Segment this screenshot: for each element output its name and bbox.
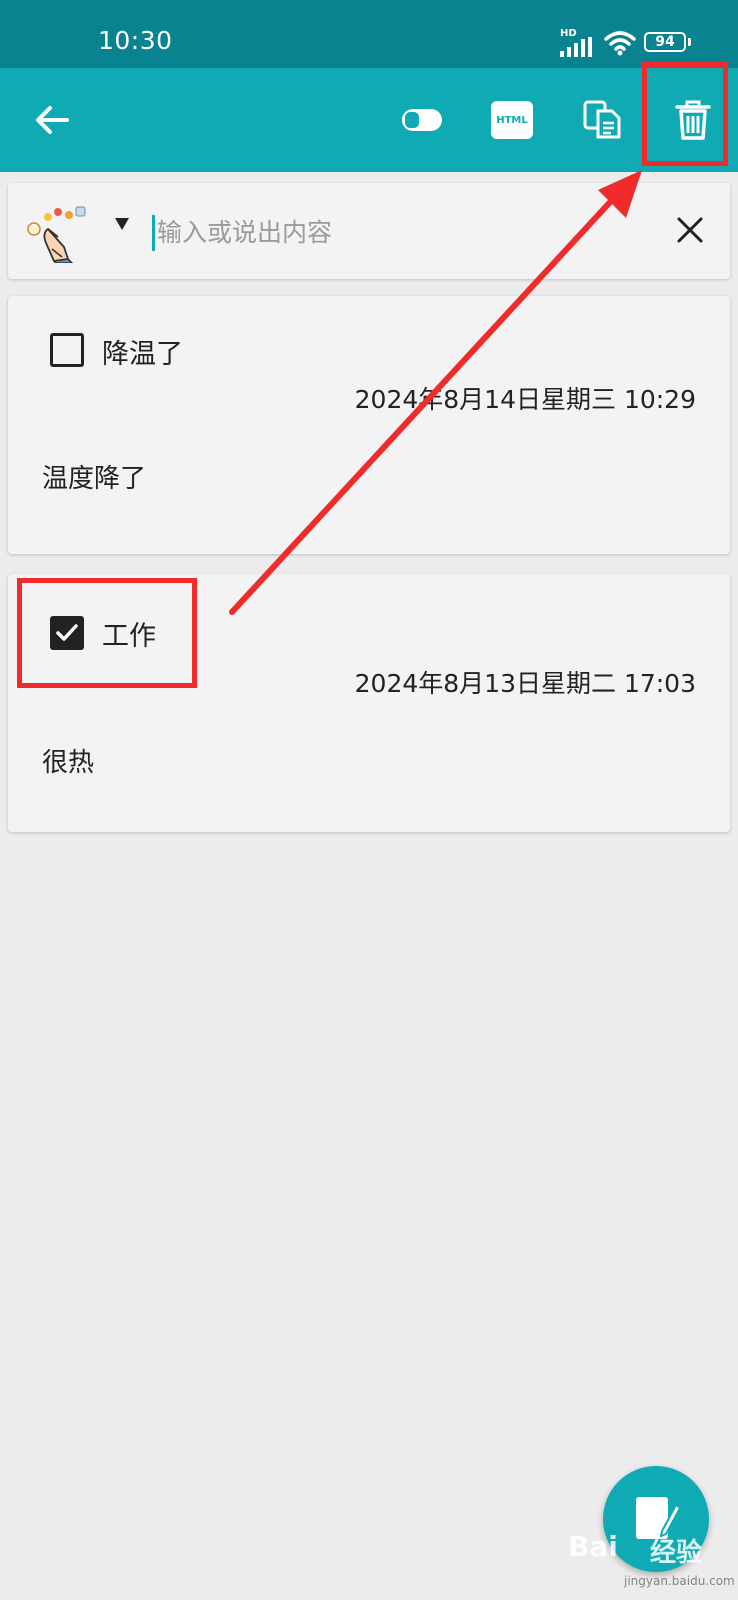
note-input[interactable] bbox=[157, 209, 637, 255]
note-body: 温度降了 bbox=[42, 464, 147, 494]
clear-button[interactable] bbox=[670, 210, 710, 250]
toggle-button[interactable] bbox=[388, 86, 456, 154]
dropdown-caret-icon[interactable] bbox=[114, 217, 130, 231]
html-icon: HTML bbox=[491, 101, 533, 139]
signal-icon bbox=[560, 37, 592, 57]
note-title: 降温了 bbox=[102, 339, 183, 370]
html-export-button[interactable]: HTML bbox=[478, 86, 546, 154]
watermark: Bai 经验 jingyan.baidu.com bbox=[564, 1530, 735, 1594]
note-card[interactable]: 降温了 2024年8月14日星期三 10:29 温度降了 bbox=[8, 296, 730, 554]
watermark-url: jingyan.baidu.com bbox=[624, 1574, 735, 1588]
wifi-icon bbox=[604, 31, 636, 56]
toggle-icon bbox=[402, 109, 442, 131]
status-time: 10:30 bbox=[98, 26, 173, 55]
copy-icon bbox=[583, 100, 621, 139]
status-bar: 10:30 HD 94 bbox=[0, 0, 738, 68]
copy-button[interactable] bbox=[568, 86, 636, 154]
note-body: 很热 bbox=[42, 748, 95, 778]
back-arrow-icon bbox=[36, 106, 69, 134]
battery-level: 94 bbox=[655, 34, 675, 50]
battery-icon: 94 bbox=[644, 32, 686, 52]
search-card bbox=[8, 183, 730, 279]
hand-point-icon[interactable] bbox=[24, 203, 90, 263]
html-icon-label: HTML bbox=[496, 114, 528, 126]
note-checkbox[interactable] bbox=[50, 333, 84, 367]
text-cursor bbox=[152, 215, 155, 251]
watermark-suffix: 经验 bbox=[650, 1538, 703, 1568]
highlight-box-delete bbox=[642, 62, 728, 166]
battery-tip bbox=[688, 38, 691, 46]
note-datetime: 2024年8月13日星期二 17:03 bbox=[354, 669, 696, 698]
back-button[interactable] bbox=[18, 86, 86, 154]
close-icon bbox=[677, 217, 703, 243]
note-datetime: 2024年8月14日星期三 10:29 bbox=[354, 385, 696, 414]
highlight-box-checked-note bbox=[17, 578, 197, 688]
watermark-brand: Bai bbox=[568, 1530, 618, 1563]
app-bar: HTML bbox=[0, 68, 738, 172]
